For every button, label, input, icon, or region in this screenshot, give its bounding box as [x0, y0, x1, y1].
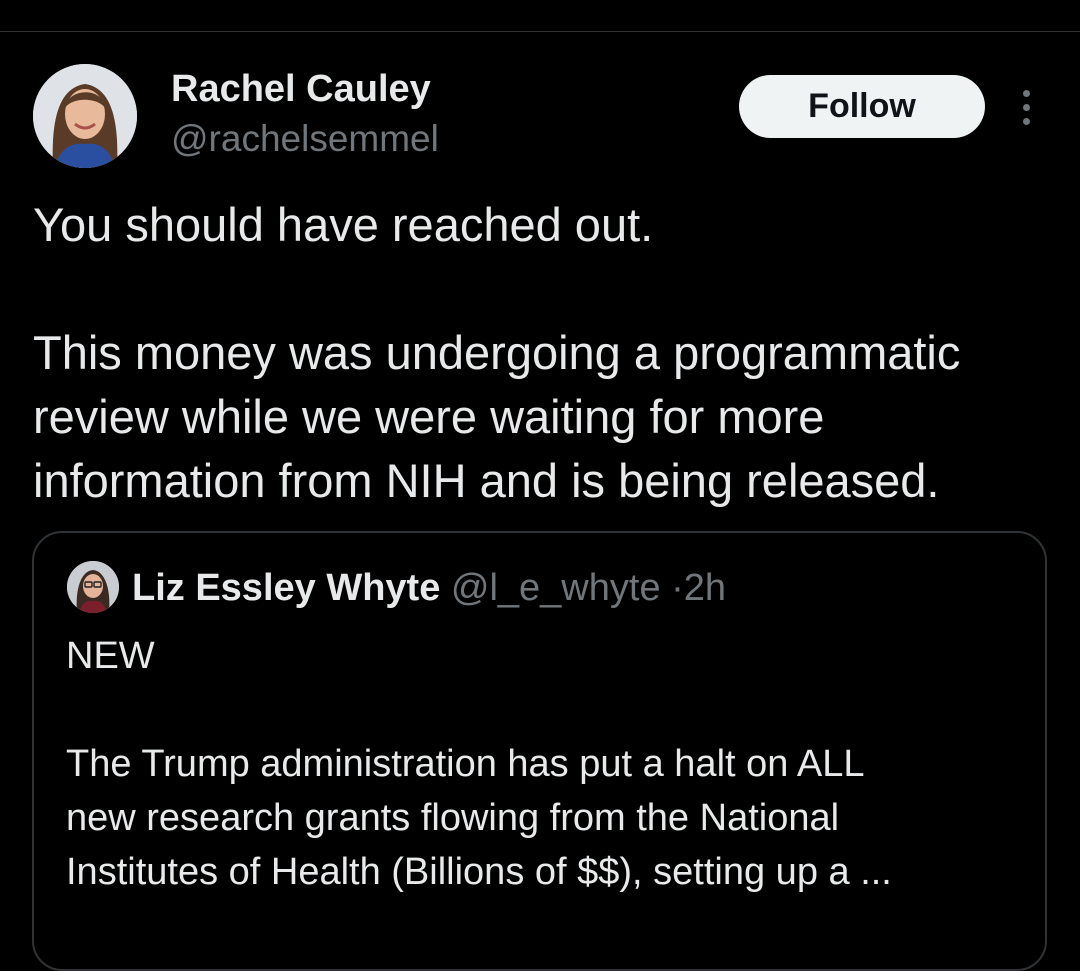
- author-handle[interactable]: @rachelsemmel: [171, 117, 439, 161]
- quote-text-line: NEW: [66, 635, 155, 677]
- quote-header: Liz Essley Whyte @l_e_whyte ·2h: [132, 565, 726, 611]
- quote-separator: ·: [671, 567, 684, 609]
- quote-text-line: The Trump administration has put a halt …: [66, 743, 865, 785]
- quote-text-line: Institutes of Health (Billions of $$), s…: [66, 851, 892, 893]
- follow-button[interactable]: Follow: [739, 75, 985, 138]
- quote-author-handle[interactable]: @l_e_whyte: [451, 567, 661, 609]
- top-divider: [0, 31, 1080, 32]
- quote-text-gap: [66, 683, 1026, 737]
- quote-text-line: new research grants flowing from the Nat…: [66, 797, 840, 839]
- more-dot: [1022, 103, 1030, 111]
- post-text-line: information from NIH and is being releas…: [33, 454, 940, 507]
- quoted-post-card[interactable]: Liz Essley Whyte @l_e_whyte ·2h NEW The …: [32, 531, 1047, 971]
- more-dot: [1022, 89, 1030, 97]
- quote-text: NEW The Trump administration has put a h…: [66, 629, 1026, 899]
- post-text-line: You should have reached out.: [33, 198, 654, 251]
- more-options-icon[interactable]: [1009, 84, 1043, 130]
- quote-author-name[interactable]: Liz Essley Whyte: [132, 567, 440, 609]
- author-name[interactable]: Rachel Cauley: [171, 66, 431, 112]
- quote-author-avatar[interactable]: [67, 561, 119, 613]
- post-text: You should have reached out. This money …: [33, 193, 1063, 513]
- quote-timestamp[interactable]: 2h: [684, 567, 726, 609]
- more-dot: [1022, 117, 1030, 125]
- post-text-line: review while we were waiting for more: [33, 390, 825, 443]
- post-text-gap: [33, 257, 1063, 321]
- author-avatar[interactable]: [33, 64, 137, 168]
- post-text-line: This money was undergoing a programmatic: [33, 326, 961, 379]
